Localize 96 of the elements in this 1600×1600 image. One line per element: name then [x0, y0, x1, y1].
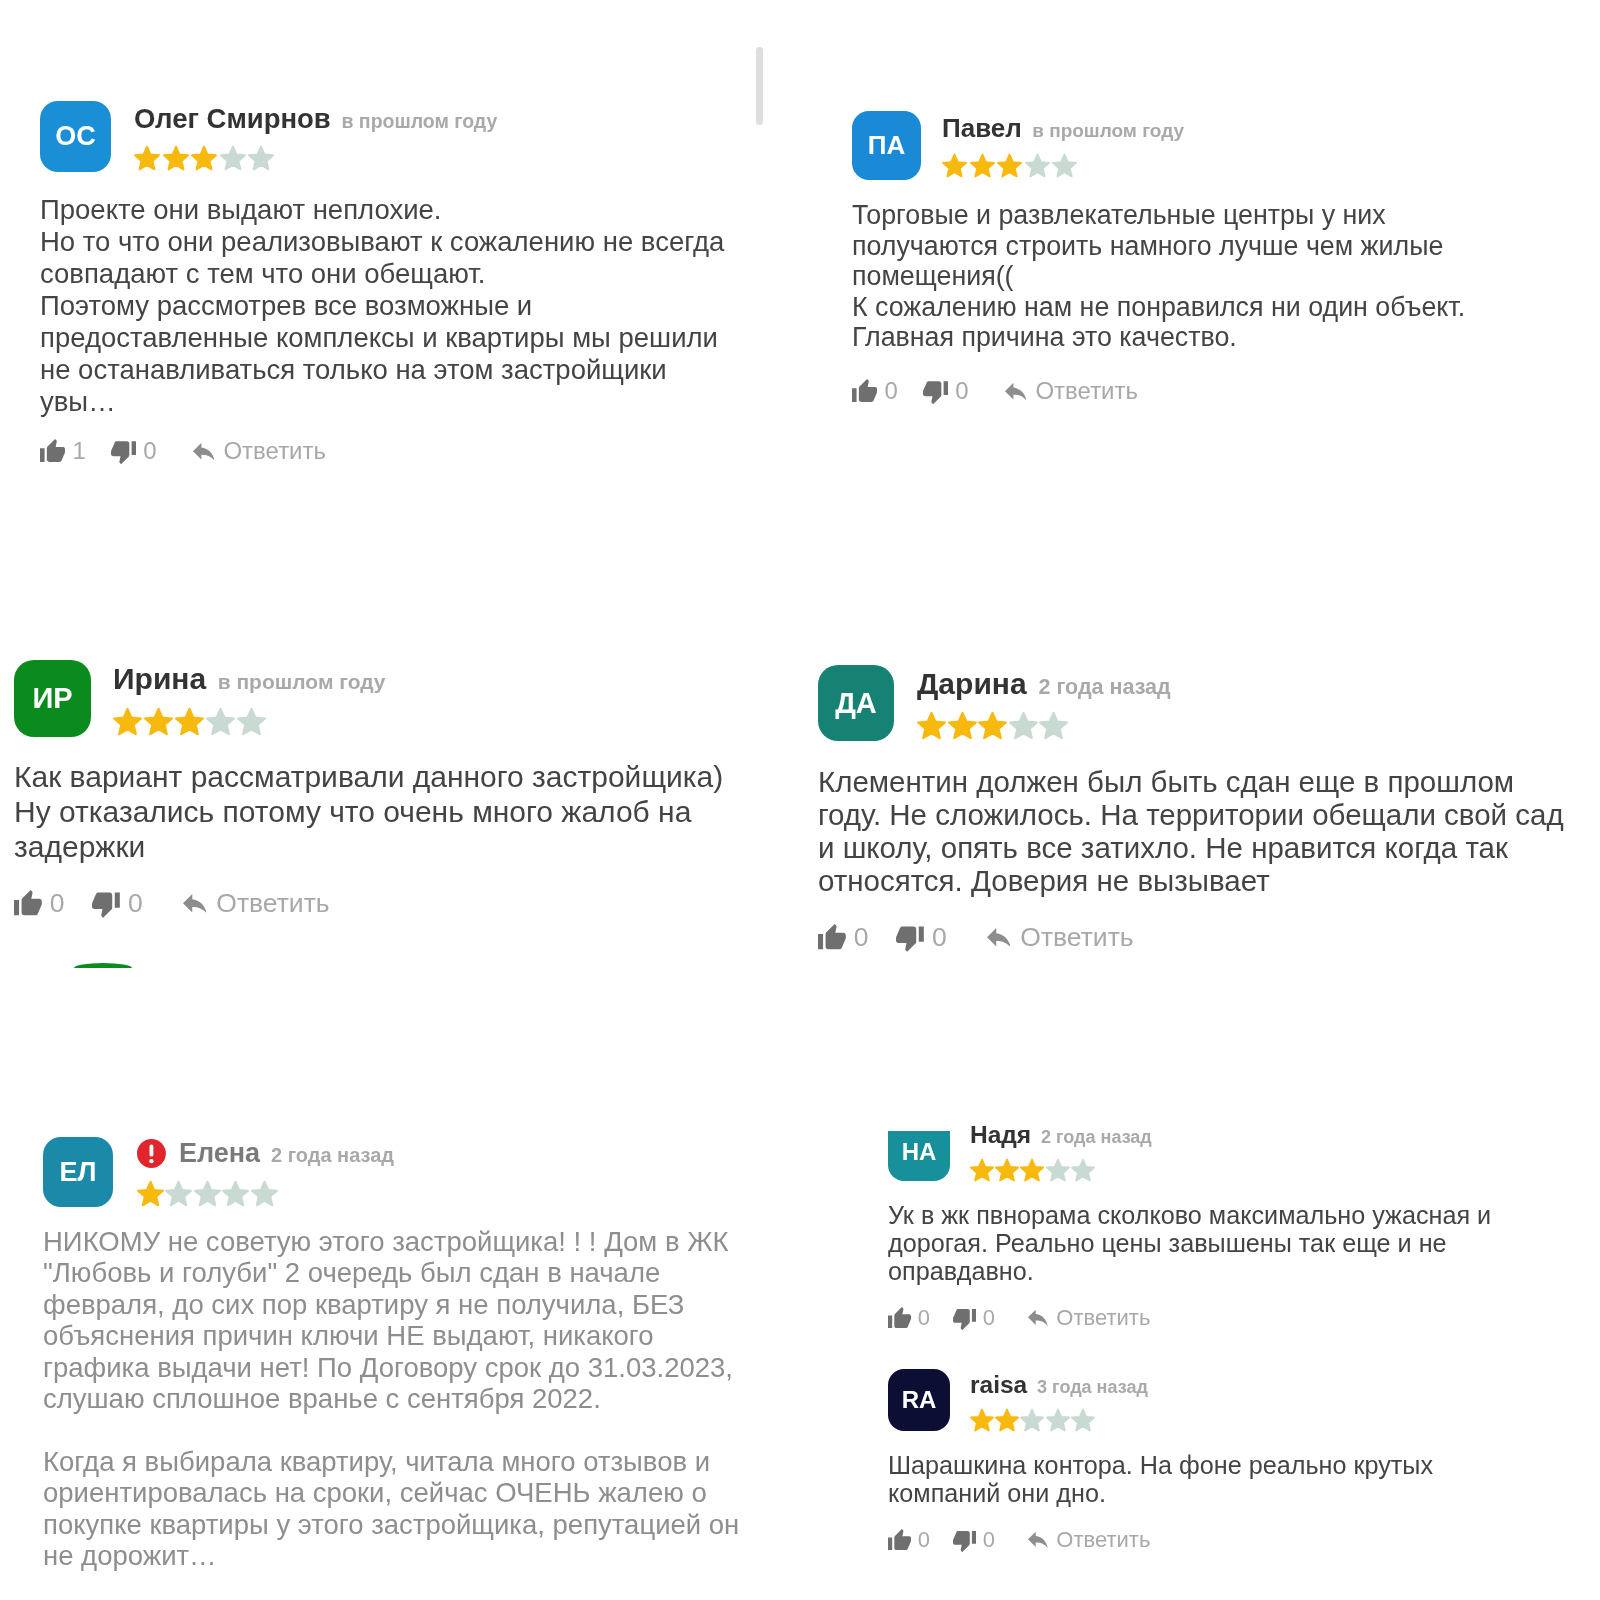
reviewer-name: Олег Смирнов: [134, 103, 331, 135]
star-icon: [995, 1158, 1020, 1183]
star-icon: [978, 710, 1007, 740]
star-icon: [206, 707, 235, 736]
thumbs-down-icon: [953, 1528, 977, 1552]
dislike-button[interactable]: 0: [953, 1527, 995, 1554]
star-icon: [995, 1408, 1020, 1433]
star-icon: [997, 153, 1022, 179]
avatar: ИР: [14, 660, 91, 737]
dislike-button[interactable]: 0: [110, 437, 157, 466]
like-button[interactable]: 0: [888, 1527, 930, 1554]
star-icon: [113, 707, 142, 736]
review-time: 3 года назад: [1037, 1377, 1148, 1399]
star-icon: [162, 144, 189, 171]
star-icon: [1045, 1408, 1070, 1433]
avatar: ОС: [40, 101, 111, 172]
review-time: в прошлом году: [217, 669, 386, 694]
avatar: ПА: [852, 111, 921, 180]
avatar: ЕЛ: [43, 1137, 113, 1207]
star-icon: [969, 153, 995, 179]
star-icon: [947, 710, 977, 740]
star-icon: [942, 153, 967, 179]
dislike-button[interactable]: 0: [922, 377, 969, 406]
review-text: Шарашкина контора. На фоне реально крутых компаний они дно.: [888, 1451, 1434, 1508]
star-icon: [193, 1180, 221, 1208]
thumbs-up-icon: [888, 1306, 912, 1330]
review-time: в прошлом году: [1032, 119, 1185, 142]
star-icon: [1070, 1408, 1095, 1433]
reply-button[interactable]: Ответить: [986, 922, 1134, 954]
review-text: НИКОМУ не советую этого застройщика! ! ! Дом в ЖК "Любовь и голуби" 2 очередь был сдан в начале февраля, до сих пор квартиру я не получила, БЕЗ объяснения причин ключи НЕ выдают, никакого графика выдачи нет! По Договору срок до 31.03.2023, слушаю сплошное вранье с сентября 2022. Когда я выбирала квартиру, читала много отзывов и ориентировалась на сроки, сейчас ОЧЕНЬ жалею о покупке квартиры у этого застройщика, репутацией он не дорожит…: [43, 1226, 741, 1572]
star-icon: [1039, 710, 1068, 740]
review-text: Как вариант рассматривали данного застройщика) Ну отказались потому что очень много жалоб на задержки: [14, 758, 725, 864]
star-icon: [970, 1408, 994, 1433]
star-icon: [1020, 1408, 1045, 1433]
star-icon: [175, 707, 204, 736]
star-icon: [1070, 1158, 1095, 1183]
star-icon: [219, 144, 246, 171]
like-button[interactable]: 0: [14, 887, 65, 920]
review-time: 2 года назад: [271, 1144, 395, 1167]
reply-button[interactable]: Ответить: [1027, 1304, 1151, 1332]
review-text: Клементин должен был быть сдан еще в прошлом году. Не сложилось. На территории обещали свой сад и школу, опять все затихло. Не нравится когда так относятся. Доверия не вызывает: [818, 764, 1565, 898]
reviewer-name: Елена: [178, 1138, 261, 1170]
reviewer-name: raisa: [970, 1371, 1028, 1400]
star-icon: [1008, 710, 1038, 740]
reply-button[interactable]: Ответить: [1027, 1527, 1151, 1554]
star-icon: [237, 707, 266, 736]
star-icon: [1045, 1158, 1070, 1183]
reviewer-name: Надя: [970, 1121, 1032, 1150]
star-icon: [137, 1180, 164, 1208]
reviewer-name: Дарина: [917, 666, 1027, 701]
star-icon: [1024, 153, 1050, 179]
thumbs-down-icon: [953, 1306, 977, 1330]
star-icon: [1020, 1158, 1045, 1183]
reviewer-name: Павел: [942, 113, 1022, 144]
avatar: НА: [888, 1131, 950, 1181]
alert-icon: [137, 1139, 166, 1168]
review-text: Проекте они выдают неплохие. Но то что они реализовывают к сожалению не всегда совпадают с тем что они обещают. Поэтому рассмотрев все возможные и предоставленные комплексы и квартиры мы решили не останавливаться только на этом застройщики увы…: [40, 194, 726, 418]
star-icon: [250, 1180, 278, 1208]
review-text: Ук в жк пвнорама сколково максимально ужасная и дорогая. Реально цены завышены так еще и не оправдавно.: [888, 1201, 1493, 1286]
thumbs-up-icon: [40, 439, 66, 465]
review-time: 2 года назад: [1041, 1127, 1152, 1148]
star-icon: [165, 1180, 193, 1208]
reply-button[interactable]: Ответить: [192, 437, 327, 466]
star-icon: [917, 710, 946, 740]
avatar: ДА: [818, 665, 894, 741]
thumbs-down-icon: [922, 378, 949, 405]
dislike-button[interactable]: 0: [953, 1304, 995, 1332]
star-icon: [191, 144, 217, 171]
review-text: Торговые и развлекательные центры у них получаются строить намного лучше чем жилые помещения(( К сожалению нам не понравился ни один объект. Главная причина это качество.: [852, 200, 1467, 353]
star-icon: [248, 144, 274, 171]
thumbs-up-icon: [818, 924, 846, 952]
like-button[interactable]: 1: [40, 437, 86, 466]
reply-button[interactable]: Ответить: [182, 887, 330, 920]
reply-icon: [1027, 1530, 1048, 1551]
avatar: RA: [888, 1369, 950, 1432]
star-icon: [970, 1158, 994, 1183]
scrollbar[interactable]: [756, 47, 763, 125]
star-icon: [222, 1180, 250, 1208]
reviewer-name: Ирина: [113, 661, 207, 696]
thumbs-up-icon: [888, 1528, 912, 1552]
thumbs-up-icon: [14, 889, 42, 918]
star-icon: [134, 144, 160, 171]
thumbs-down-icon: [110, 439, 137, 465]
dislike-button[interactable]: 0: [896, 922, 947, 954]
like-button[interactable]: 0: [888, 1304, 930, 1332]
star-icon: [1052, 153, 1077, 179]
reply-icon: [1027, 1308, 1048, 1329]
thumbs-down-icon: [896, 924, 925, 952]
review-time: 2 года назад: [1038, 674, 1171, 700]
star-icon: [144, 707, 173, 736]
dislike-button[interactable]: 0: [92, 887, 143, 920]
reply-button[interactable]: Ответить: [1004, 377, 1139, 406]
thumbs-up-icon: [852, 378, 878, 405]
review-time: в прошлом году: [341, 110, 498, 133]
like-button[interactable]: 0: [852, 377, 898, 406]
like-button[interactable]: 0: [818, 922, 869, 954]
